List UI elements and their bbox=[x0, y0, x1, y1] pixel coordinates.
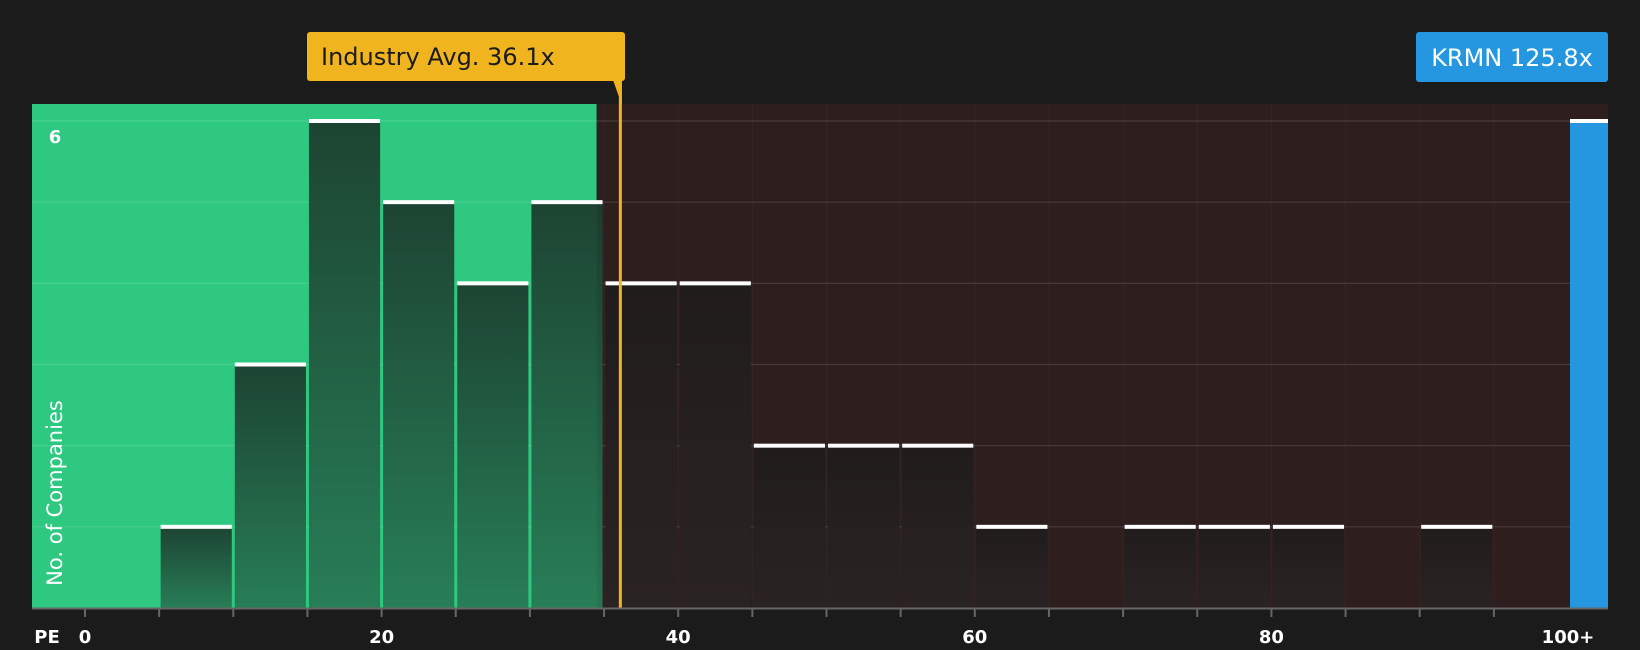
histogram-bar bbox=[160, 526, 232, 608]
histogram-bar-cap bbox=[976, 524, 1048, 529]
histogram-bar-cap bbox=[1272, 524, 1345, 529]
subject-bar-cap bbox=[1570, 119, 1608, 123]
histogram-bar-cap bbox=[753, 443, 825, 448]
histogram-bar bbox=[902, 445, 974, 608]
histogram-bar-cap bbox=[902, 443, 974, 448]
histogram-bar bbox=[383, 202, 455, 608]
histogram-bar bbox=[605, 283, 677, 608]
histogram-bar-cap bbox=[457, 281, 529, 286]
industry-average-label: Industry Avg. 36.1x bbox=[321, 43, 555, 71]
subject-bar bbox=[1570, 121, 1608, 608]
histogram-bar bbox=[1421, 526, 1493, 608]
x-tick-label: 100+ bbox=[1542, 627, 1595, 648]
histogram-bar bbox=[308, 121, 381, 608]
y-axis-label: No. of Companies bbox=[43, 400, 67, 586]
histogram-bar bbox=[976, 526, 1048, 608]
subject-label: KRMN 125.8x bbox=[1431, 44, 1593, 72]
histogram-bar-cap bbox=[160, 524, 232, 529]
histogram-bar-cap bbox=[1124, 524, 1196, 529]
x-tick-label: 20 bbox=[369, 627, 394, 648]
histogram-bar-cap bbox=[308, 119, 381, 123]
histogram-bar-cap bbox=[605, 281, 677, 286]
histogram-bar bbox=[753, 445, 825, 608]
histogram-bar bbox=[531, 202, 603, 608]
x-tick-label: 40 bbox=[666, 627, 691, 648]
histogram-bar-cap bbox=[531, 200, 603, 205]
histogram-bar-cap bbox=[234, 362, 306, 367]
histogram-bar bbox=[1198, 526, 1270, 608]
histogram-bar-cap bbox=[679, 281, 751, 286]
histogram-bar-cap bbox=[1421, 524, 1493, 529]
histogram-bar bbox=[679, 283, 751, 608]
histogram-bar bbox=[234, 364, 306, 608]
histogram-bar-cap bbox=[1198, 524, 1270, 529]
histogram-bar bbox=[1272, 526, 1345, 608]
x-tick-label: 0 bbox=[79, 627, 92, 648]
y-tick-label: 6 bbox=[49, 127, 62, 148]
histogram-bar-cap bbox=[383, 200, 455, 205]
pe-distribution-chart: 0 20 40 60 80 100+ 6 No. of Companies PE Indus… bbox=[32, 32, 1608, 648]
histogram-bar bbox=[457, 283, 529, 608]
x-tick-label: 60 bbox=[962, 627, 987, 648]
histogram-bar-cap bbox=[828, 443, 900, 448]
x-axis-label: PE bbox=[34, 627, 60, 648]
histogram-bar bbox=[1124, 526, 1196, 608]
histogram-bar bbox=[828, 445, 900, 608]
x-tick-label: 80 bbox=[1259, 627, 1284, 648]
